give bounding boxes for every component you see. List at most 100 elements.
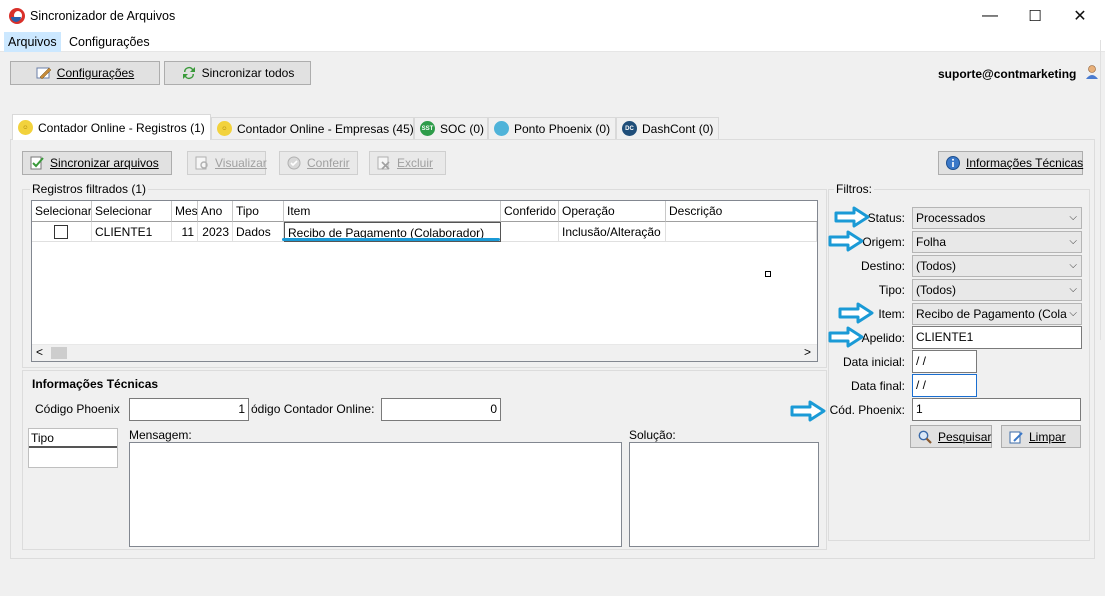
sincronizar-arquivos-button[interactable]: Sincronizar arquivos: [22, 151, 172, 175]
tab-ponto-phoenix[interactable]: Ponto Phoenix (0): [488, 117, 616, 139]
visualizar-button[interactable]: Visualizar: [187, 151, 267, 175]
chevron-down-icon: ⌵: [1069, 284, 1077, 295]
filters-group-label: Filtros:: [834, 182, 874, 196]
tab-contador-registros[interactable]: ☺ Contador Online - Registros (1): [12, 114, 211, 140]
excluir-button[interactable]: Excluir: [369, 151, 446, 175]
soc-icon: SST: [420, 121, 435, 136]
data-final-field[interactable]: / /: [912, 374, 977, 397]
apelido-field[interactable]: CLIENTE1: [912, 326, 1082, 349]
limpar-button[interactable]: Limpar: [1001, 425, 1081, 448]
col-header-selecionar[interactable]: Selecionar: [32, 201, 92, 222]
destino-select[interactable]: (Todos) ⌵: [912, 255, 1082, 277]
annotation-arrow-icon: [828, 230, 864, 252]
cell-descricao: [666, 222, 817, 242]
pesquisar-button[interactable]: Pesquisar: [910, 425, 992, 448]
tab-label: DashCont (0): [642, 121, 714, 136]
mensagem-label: Mensagem:: [129, 428, 192, 442]
col-header-ano[interactable]: Ano: [198, 201, 233, 222]
records-group-label: Registros filtrados (1): [30, 182, 149, 196]
col-header-tipo[interactable]: Tipo: [233, 201, 284, 222]
scroll-thumb[interactable]: [51, 347, 67, 359]
chevron-down-icon: ⌵: [1069, 260, 1077, 271]
cod-phoenix-field[interactable]: 1: [912, 398, 1081, 421]
mensagem-textarea[interactable]: [129, 442, 622, 547]
phoenix-icon: [494, 121, 509, 136]
maximize-button[interactable]: ☐: [1012, 0, 1058, 32]
col-header-operacao[interactable]: Operação: [559, 201, 666, 222]
config-icon: [36, 65, 52, 81]
tab-label: SOC (0): [440, 121, 485, 136]
row-checkbox[interactable]: [54, 225, 68, 239]
tab-label: Contador Online - Registros (1): [38, 120, 205, 135]
close-button[interactable]: ✕: [1057, 0, 1103, 32]
chevron-down-icon: ⌵: [1069, 308, 1077, 319]
data-inicial-field[interactable]: / /: [912, 350, 977, 373]
data-final-label: Data final:: [850, 379, 905, 393]
cell-ano: 2023: [198, 222, 233, 242]
col-header-item[interactable]: Item: [284, 201, 501, 222]
origem-value: Folha: [916, 235, 947, 249]
scroll-right-icon[interactable]: >: [804, 345, 811, 359]
tab-soc[interactable]: SST SOC (0): [414, 117, 488, 139]
tipo-value: (Todos): [916, 283, 957, 297]
sincronizar-todos-label: Sincronizar todos: [201, 66, 295, 80]
conferir-button[interactable]: Conferir: [279, 151, 358, 175]
tab-contador-empresas[interactable]: ☺ Contador Online - Empresas (45): [211, 117, 414, 139]
app-icon: [9, 8, 25, 24]
horizontal-scrollbar[interactable]: < >: [32, 344, 817, 361]
dashcont-icon: DC: [622, 121, 637, 136]
title-bar: Sincronizador de Arquivos — ☐ ✕: [0, 0, 1105, 32]
status-select[interactable]: Processados ⌵: [912, 207, 1082, 229]
sincronizar-todos-button[interactable]: Sincronizar todos: [164, 61, 311, 85]
info-icon: [945, 155, 961, 171]
resize-handle[interactable]: [765, 271, 771, 277]
search-icon: [917, 429, 933, 445]
conferir-label: Conferir: [307, 156, 350, 170]
pesquisar-label: Pesquisar: [938, 429, 992, 444]
solucao-label: Solução:: [629, 428, 676, 442]
cell-mes: 11: [172, 222, 198, 242]
menu-arquivos[interactable]: Arquivos: [4, 32, 61, 52]
user-label: suporte@contmarketing: [938, 67, 1077, 81]
destino-label: Destino:: [860, 259, 905, 273]
cod-phoenix-label: Cód. Phoenix:: [829, 403, 905, 417]
item-value: Recibo de Pagamento (Cola: [916, 307, 1067, 321]
origem-select[interactable]: Folha ⌵: [912, 231, 1082, 253]
codigo-contador-label: ódigo Contador Online:: [251, 402, 375, 416]
destino-value: (Todos): [916, 259, 957, 273]
user-icon: [1084, 64, 1100, 80]
scroll-left-icon[interactable]: <: [36, 345, 43, 359]
tipo-list[interactable]: Tipo: [28, 428, 118, 468]
chevron-down-icon: ⌵: [1069, 212, 1077, 223]
highlight-underline: [282, 238, 500, 241]
visualizar-label: Visualizar: [215, 156, 267, 170]
tab-dashcont[interactable]: DC DashCont (0): [616, 117, 719, 139]
records-grid[interactable]: Selecionar Selecionar Mes Ano Tipo Item …: [31, 200, 818, 362]
smile-icon: ☺: [18, 120, 33, 135]
tab-label: Contador Online - Empresas (45): [237, 121, 414, 136]
tipo-select[interactable]: (Todos) ⌵: [912, 279, 1082, 301]
minimize-button[interactable]: —: [967, 0, 1013, 32]
tipo-label: Tipo:: [878, 283, 905, 297]
item-select[interactable]: Recibo de Pagamento (Cola ⌵: [912, 303, 1082, 325]
informacoes-tecnicas-button[interactable]: Informações Técnicas: [938, 151, 1083, 175]
configuracoes-button[interactable]: Configurações: [10, 61, 160, 85]
cell-tipo: Dados: [233, 222, 284, 242]
tipo-header[interactable]: Tipo: [29, 429, 117, 448]
sync-files-icon: [29, 155, 45, 171]
cell-checkbox: [32, 222, 92, 242]
col-header-conferido[interactable]: Conferido: [501, 201, 559, 222]
tab-label: Ponto Phoenix (0): [514, 121, 611, 136]
codigo-contador-field[interactable]: 0: [381, 398, 501, 421]
codigo-phoenix-field[interactable]: 1: [129, 398, 249, 421]
informacoes-tecnicas-label: Informações Técnicas: [966, 156, 1084, 170]
col-header-selecionar-2[interactable]: Selecionar: [92, 201, 172, 222]
annotation-arrow-icon: [838, 302, 874, 324]
cell-operacao: Inclusão/Alteração: [559, 222, 666, 242]
window-edge: [1100, 40, 1105, 340]
excluir-label: Excluir: [397, 156, 434, 170]
col-header-descricao[interactable]: Descrição: [666, 201, 817, 222]
menu-configuracoes[interactable]: Configurações: [65, 32, 154, 52]
solucao-textarea[interactable]: [629, 442, 819, 547]
col-header-mes[interactable]: Mes: [172, 201, 198, 222]
